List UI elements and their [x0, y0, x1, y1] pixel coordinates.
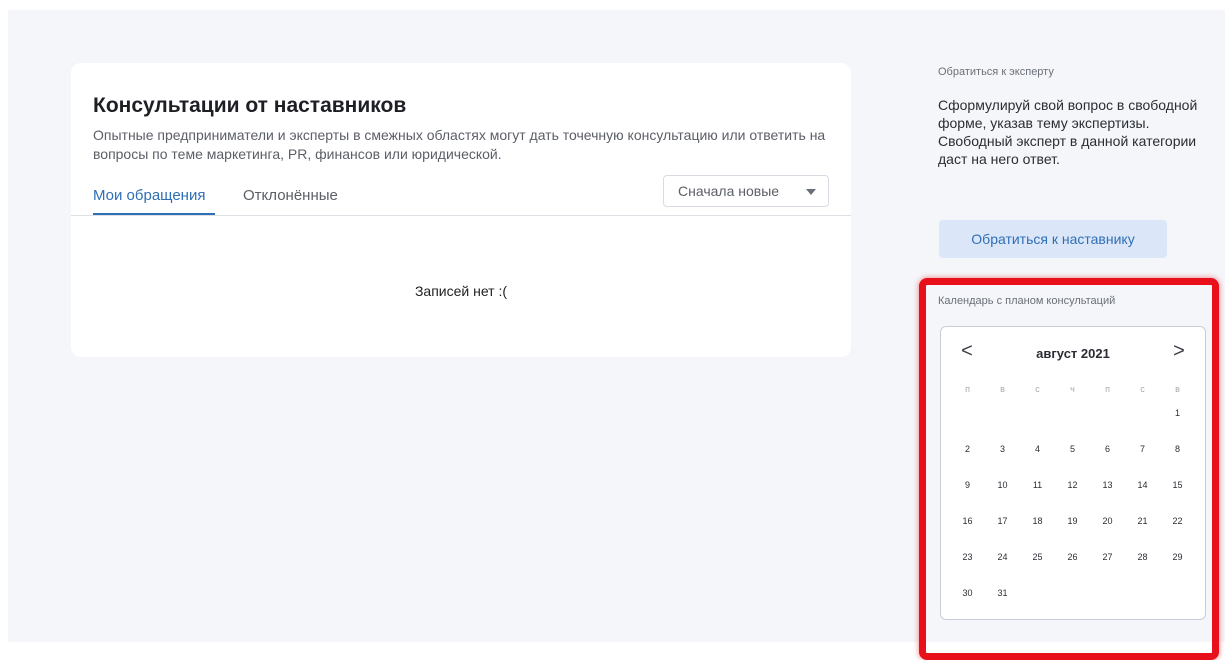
calendar-day[interactable]: [1055, 401, 1090, 437]
weekday-label: п: [1105, 384, 1110, 394]
calendar-day[interactable]: [1160, 581, 1195, 617]
calendar-day[interactable]: 25: [1020, 545, 1055, 581]
calendar-day[interactable]: 14: [1125, 473, 1160, 509]
calendar-day[interactable]: 6: [1090, 437, 1125, 473]
calendar-day[interactable]: 2: [950, 437, 985, 473]
calendar-day[interactable]: [1055, 581, 1090, 617]
calendar-day[interactable]: 19: [1055, 509, 1090, 545]
calendar-week: 9 10 11 12 13 14 15: [950, 473, 1196, 509]
calendar-day[interactable]: 21: [1125, 509, 1160, 545]
calendar-day[interactable]: [1125, 401, 1160, 437]
calendar-week: 2 3 4 5 6 7 8: [950, 437, 1196, 473]
calendar-week: 1: [950, 401, 1196, 437]
weekday-label: с: [1140, 384, 1145, 394]
expert-caption: Обратиться к эксперту: [938, 66, 1054, 78]
calendar-day[interactable]: 5: [1055, 437, 1090, 473]
calendar-day[interactable]: 8: [1160, 437, 1195, 473]
calendar-day[interactable]: 24: [985, 545, 1020, 581]
calendar-day[interactable]: [950, 401, 985, 437]
caret-down-icon: [806, 189, 816, 195]
calendar-day[interactable]: 15: [1160, 473, 1195, 509]
calendar-day[interactable]: 27: [1090, 545, 1125, 581]
calendar-day[interactable]: 20: [1090, 509, 1125, 545]
calendar-day[interactable]: 22: [1160, 509, 1195, 545]
calendar-week: 30 31: [950, 581, 1196, 617]
expert-description: Сформулируй свой вопрос в свободной форм…: [938, 97, 1198, 167]
weekday-row: п в с ч п с в: [950, 377, 1196, 401]
calendar-day[interactable]: 28: [1125, 545, 1160, 581]
calendar-day[interactable]: 17: [985, 509, 1020, 545]
weekday-label: с: [1035, 384, 1040, 394]
calendar-day[interactable]: [1090, 401, 1125, 437]
chevron-right-icon[interactable]: >: [1167, 341, 1191, 361]
calendar-day[interactable]: 18: [1020, 509, 1055, 545]
calendar-day[interactable]: 9: [950, 473, 985, 509]
weekday-label: ч: [1070, 384, 1075, 394]
calendar-day[interactable]: 26: [1055, 545, 1090, 581]
tab-rejected[interactable]: Отклонённые: [243, 187, 338, 204]
page-title: Консультации от наставников: [93, 94, 407, 117]
calendar: < август 2021 > п в с ч п с в 1 2 3 4 5 …: [940, 326, 1206, 620]
calendar-day[interactable]: [1090, 581, 1125, 617]
calendar-day[interactable]: 30: [950, 581, 985, 617]
calendar-week: 23 24 25 26 27 28 29: [950, 545, 1196, 581]
calendar-day[interactable]: 3: [985, 437, 1020, 473]
weekday-label: в: [1175, 384, 1180, 394]
weekday-label: в: [1000, 384, 1005, 394]
calendar-day[interactable]: 7: [1125, 437, 1160, 473]
calendar-day[interactable]: [1125, 581, 1160, 617]
consultations-card: Консультации от наставников Опытные пред…: [71, 63, 851, 357]
calendar-day[interactable]: 1: [1160, 401, 1195, 437]
calendar-day[interactable]: 12: [1055, 473, 1090, 509]
calendar-day[interactable]: 13: [1090, 473, 1125, 509]
calendar-day[interactable]: 29: [1160, 545, 1195, 581]
empty-state-message: Записей нет :(: [414, 283, 508, 299]
calendar-month-label: август 2021: [1036, 346, 1110, 361]
calendar-day[interactable]: 16: [950, 509, 985, 545]
calendar-day[interactable]: 31: [985, 581, 1020, 617]
page-description: Опытные предприниматели и эксперты в сме…: [93, 127, 826, 162]
contact-mentor-button[interactable]: Обратиться к наставнику: [939, 220, 1167, 258]
calendar-day[interactable]: 10: [985, 473, 1020, 509]
calendar-week: 16 17 18 19 20 21 22: [950, 509, 1196, 545]
calendar-day[interactable]: [985, 401, 1020, 437]
tab-my-requests[interactable]: Мои обращения: [93, 187, 205, 204]
calendar-caption: Календарь с планом консультаций: [938, 295, 1116, 307]
sort-select[interactable]: Сначала новые: [663, 175, 829, 207]
sort-select-value: Сначала новые: [678, 183, 780, 199]
calendar-grid: п в с ч п с в 1 2 3 4 5 6 7 8 9 10 11 12…: [950, 377, 1196, 617]
tabs-divider: [71, 215, 851, 216]
calendar-day[interactable]: 4: [1020, 437, 1055, 473]
calendar-day[interactable]: 23: [950, 545, 985, 581]
calendar-day[interactable]: 11: [1020, 473, 1055, 509]
calendar-day[interactable]: [1020, 581, 1055, 617]
weekday-label: п: [965, 384, 970, 394]
calendar-day[interactable]: [1020, 401, 1055, 437]
